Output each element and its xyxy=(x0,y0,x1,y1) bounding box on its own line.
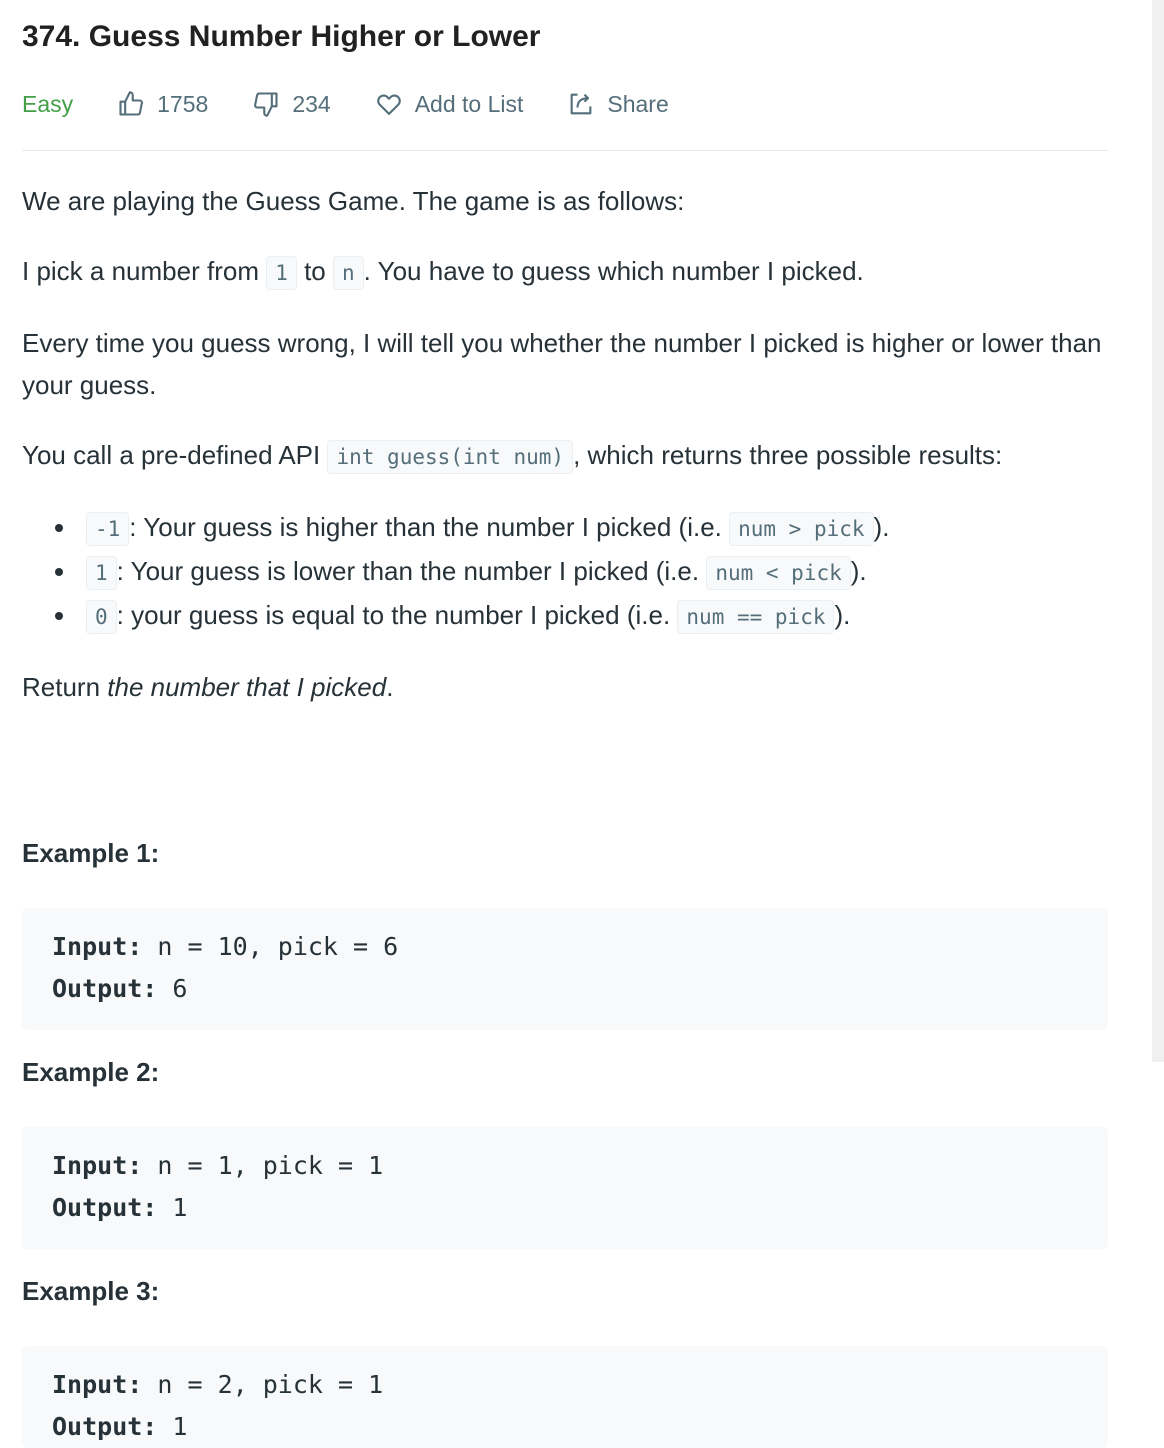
inline-code: num < pick xyxy=(706,556,851,590)
output-value: 6 xyxy=(157,974,188,1003)
output-label: Output: xyxy=(52,1193,158,1222)
output-label: Output: xyxy=(52,974,158,1003)
inline-code: num > pick xyxy=(729,512,874,546)
header-divider xyxy=(22,150,1108,151)
list-item: 0: your guess is equal to the number I p… xyxy=(78,594,1108,638)
input-label: Input: xyxy=(52,932,143,961)
text-span: : your guess is equal to the number I pi… xyxy=(116,600,678,630)
like-count: 1758 xyxy=(157,90,209,117)
problem-description: We are playing the Guess Game. The game … xyxy=(22,180,1108,736)
inline-code: 1 xyxy=(266,256,297,290)
example-1-block: Input: n = 10, pick = 6 Output: 6 xyxy=(22,908,1108,1030)
description-paragraph-2: I pick a number from 1 to n. You have to… xyxy=(22,250,1108,294)
example-2-block: Input: n = 1, pick = 1 Output: 1 xyxy=(22,1127,1108,1249)
example-output-line: Output: 1 xyxy=(52,1406,1078,1448)
inline-code: num == pick xyxy=(677,600,835,634)
add-to-list-label: Add to List xyxy=(414,90,524,117)
difficulty-badge: Easy xyxy=(22,90,74,117)
inline-code: -1 xyxy=(86,512,130,546)
share-label: Share xyxy=(607,90,669,117)
example-3-title: Example 3: xyxy=(22,1276,160,1306)
add-to-list-button[interactable]: Add to List xyxy=(375,90,524,118)
list-item: 1: Your guess is lower than the number I… xyxy=(78,550,1108,594)
input-value: n = 1, pick = 1 xyxy=(142,1151,384,1180)
example-input-line: Input: n = 1, pick = 1 xyxy=(52,1145,1078,1187)
text-span: . xyxy=(386,672,394,702)
description-paragraph-4: You call a pre-defined API int guess(int… xyxy=(22,434,1108,478)
vertical-scrollbar[interactable] xyxy=(1152,0,1164,1062)
input-label: Input: xyxy=(52,1151,143,1180)
problem-title: 374. Guess Number Higher or Lower xyxy=(22,20,541,53)
heart-icon xyxy=(376,94,401,115)
output-value: 1 xyxy=(157,1193,188,1222)
text-span: , which returns three possible results: xyxy=(573,440,1003,470)
inline-code: 1 xyxy=(86,556,117,590)
dislike-count: 234 xyxy=(292,90,331,117)
text-span: : Your guess is lower than the number I … xyxy=(116,556,707,586)
description-paragraph-3: Every time you guess wrong, I will tell … xyxy=(22,328,1102,400)
text-span: ). xyxy=(873,512,890,542)
example-output-line: Output: 6 xyxy=(52,968,1078,1010)
example-input-line: Input: n = 2, pick = 1 xyxy=(52,1364,1078,1406)
text-span: ). xyxy=(834,600,851,630)
like-button[interactable]: 1758 xyxy=(117,90,208,118)
inline-code: n xyxy=(333,256,364,290)
text-span: : Your guess is higher than the number I… xyxy=(129,512,730,542)
description-paragraph-1: We are playing the Guess Game. The game … xyxy=(22,186,685,216)
list-item: -1: Your guess is higher than the number… xyxy=(78,506,1108,550)
output-label: Output: xyxy=(52,1412,158,1441)
inline-code: int guess(int num) xyxy=(327,440,574,474)
text-span: ). xyxy=(850,556,867,586)
results-list: -1: Your guess is higher than the number… xyxy=(78,506,1108,638)
text-span: I pick a number from xyxy=(22,256,267,286)
example-input-line: Input: n = 10, pick = 6 xyxy=(52,926,1078,968)
text-span: You call a pre-defined API xyxy=(22,440,328,470)
example-3-block: Input: n = 2, pick = 1 Output: 1 xyxy=(22,1346,1108,1448)
thumbs-up-icon xyxy=(119,91,144,116)
input-label: Input: xyxy=(52,1370,143,1399)
share-button[interactable]: Share xyxy=(567,90,669,118)
text-span: to xyxy=(296,256,333,286)
input-value: n = 2, pick = 1 xyxy=(142,1370,384,1399)
thumbs-down-icon xyxy=(254,92,278,117)
description-paragraph-5: Return the number that I picked. xyxy=(22,666,1108,708)
example-1-title: Example 1: xyxy=(22,838,160,868)
input-value: n = 10, pick = 6 xyxy=(142,932,399,961)
emphasis-text: the number that I picked xyxy=(107,672,387,702)
text-span: . You have to guess which number I picke… xyxy=(363,256,864,286)
text-span: Return xyxy=(22,672,108,702)
example-2-title: Example 2: xyxy=(22,1057,160,1087)
share-icon xyxy=(570,93,592,115)
output-value: 1 xyxy=(157,1412,188,1441)
dislike-button[interactable]: 234 xyxy=(252,90,331,118)
problem-meta-bar: Easy 1758 234 Add to List Share xyxy=(22,84,713,124)
example-output-line: Output: 1 xyxy=(52,1187,1078,1229)
inline-code: 0 xyxy=(86,600,117,634)
